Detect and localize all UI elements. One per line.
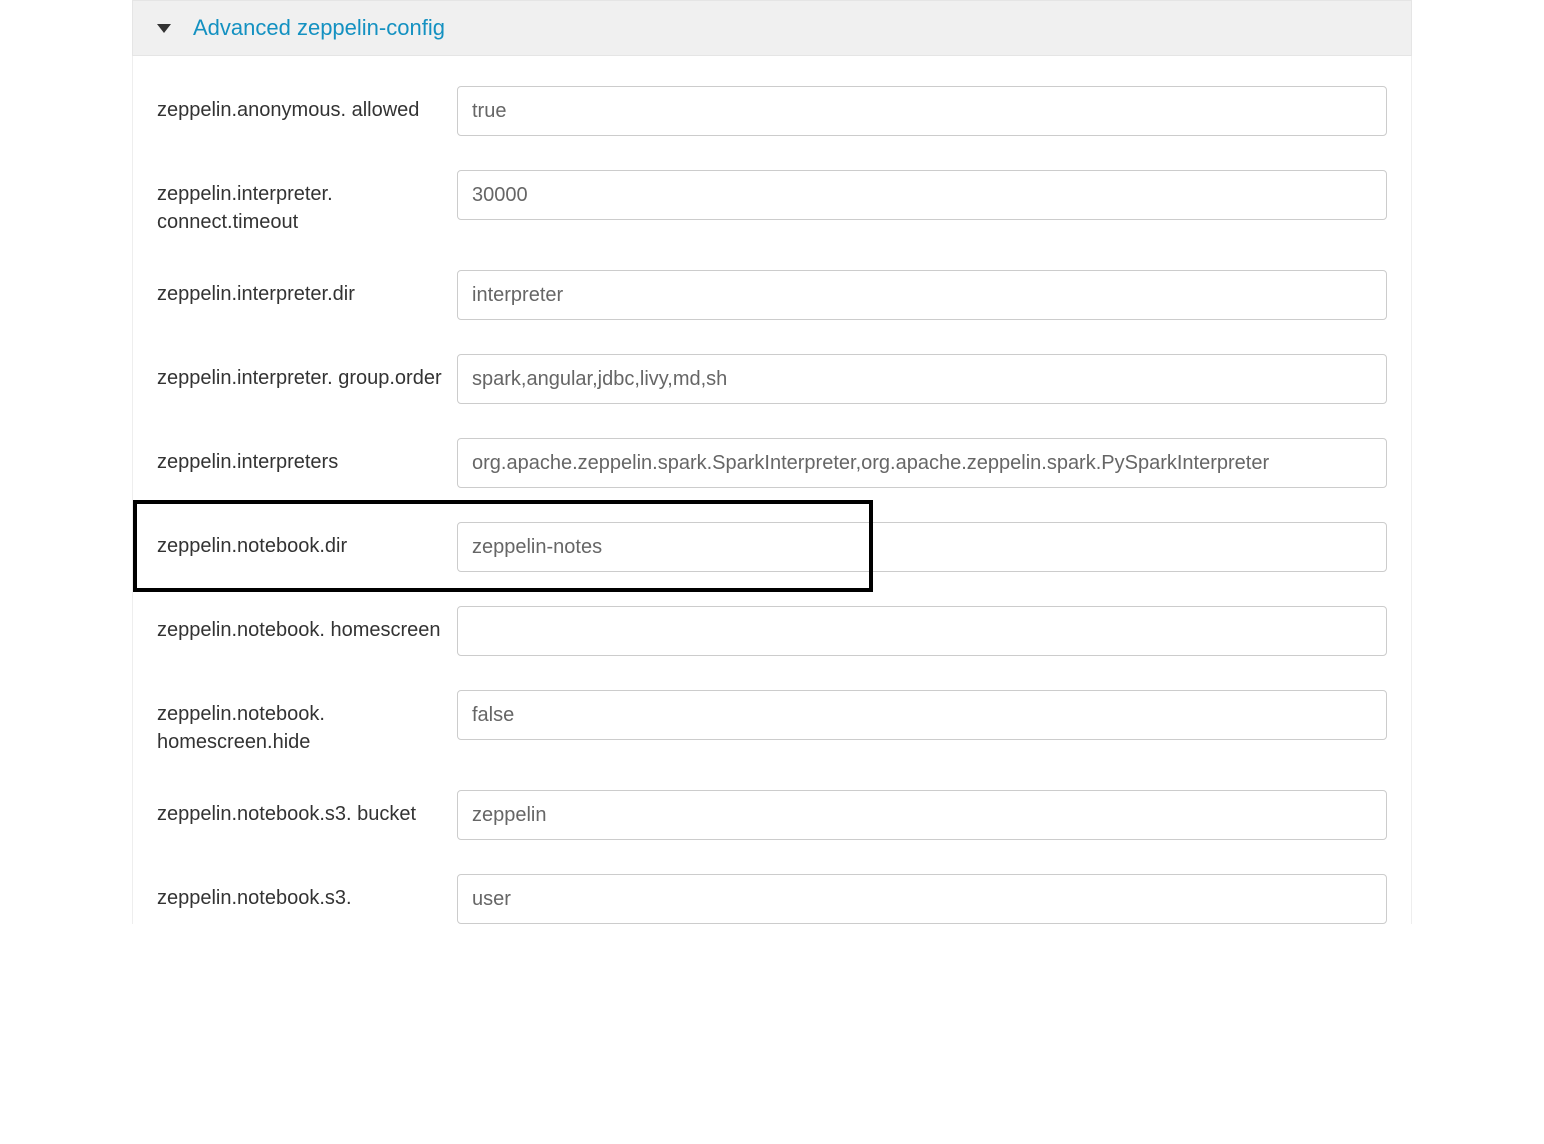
config-row: zeppelin.interpreter. connect.timeout bbox=[157, 170, 1387, 236]
config-input[interactable] bbox=[457, 438, 1387, 488]
config-label: zeppelin.interpreter. connect.timeout bbox=[157, 170, 457, 236]
config-row: zeppelin.interpreter.dir bbox=[157, 270, 1387, 320]
config-label: zeppelin.notebook.s3. bucket bbox=[157, 790, 457, 828]
config-input[interactable] bbox=[457, 522, 1387, 572]
config-input[interactable] bbox=[457, 170, 1387, 220]
config-input[interactable] bbox=[457, 606, 1387, 656]
config-label: zeppelin.notebook.dir bbox=[157, 522, 457, 560]
config-label: zeppelin.anonymous. allowed bbox=[157, 86, 457, 124]
config-row: zeppelin.anonymous. allowed bbox=[157, 86, 1387, 136]
config-label: zeppelin.notebook. homescreen bbox=[157, 606, 457, 644]
panel-title: Advanced zeppelin-config bbox=[193, 15, 445, 41]
config-input[interactable] bbox=[457, 86, 1387, 136]
config-label: zeppelin.interpreter. group.order bbox=[157, 354, 457, 392]
config-label: zeppelin.interpreter.dir bbox=[157, 270, 457, 308]
config-input[interactable] bbox=[457, 270, 1387, 320]
config-row: zeppelin.notebook.s3. bucket bbox=[157, 790, 1387, 840]
config-row: zeppelin.notebook.dir bbox=[157, 522, 1387, 572]
config-input[interactable] bbox=[457, 354, 1387, 404]
config-panel: Advanced zeppelin-config zeppelin.anonym… bbox=[132, 0, 1412, 924]
config-input[interactable] bbox=[457, 874, 1387, 924]
config-input[interactable] bbox=[457, 790, 1387, 840]
config-input[interactable] bbox=[457, 690, 1387, 740]
config-row: zeppelin.interpreter. group.order bbox=[157, 354, 1387, 404]
config-label: zeppelin.notebook.s3. bbox=[157, 874, 457, 912]
config-row: zeppelin.interpreters bbox=[157, 438, 1387, 488]
config-label: zeppelin.notebook. homescreen.hide bbox=[157, 690, 457, 756]
config-row: zeppelin.notebook.s3. bbox=[157, 874, 1387, 924]
config-row: zeppelin.notebook. homescreen bbox=[157, 606, 1387, 656]
panel-body: zeppelin.anonymous. allowed zeppelin.inte… bbox=[132, 56, 1412, 924]
panel-header[interactable]: Advanced zeppelin-config bbox=[132, 0, 1412, 56]
caret-down-icon bbox=[157, 24, 171, 33]
config-label: zeppelin.interpreters bbox=[157, 438, 457, 476]
config-row: zeppelin.notebook. homescreen.hide bbox=[157, 690, 1387, 756]
